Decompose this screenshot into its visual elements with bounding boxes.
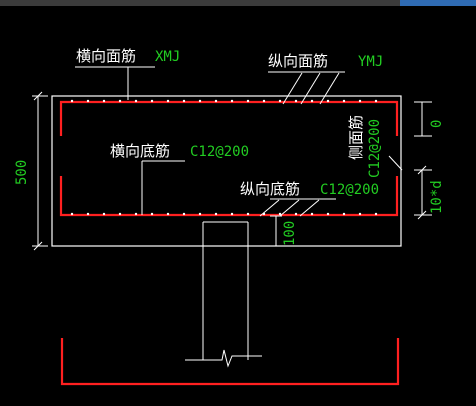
column-outline	[185, 221, 262, 368]
rebar-dot	[134, 99, 138, 103]
rebar-dot	[278, 99, 282, 103]
rebar-dot	[70, 212, 74, 216]
dim-height-value: 500	[14, 160, 30, 185]
rebar-dot	[214, 212, 218, 216]
label-transverse-bottom-spec: C12@200	[190, 144, 249, 160]
rebar-dot	[118, 212, 122, 216]
rebar-dot	[246, 99, 250, 103]
rebar-dot	[166, 212, 170, 216]
rebar-dot	[86, 212, 90, 216]
dim-side-offset-value: 0	[429, 120, 445, 128]
rebar-dot	[150, 99, 154, 103]
rebar-dot	[294, 99, 298, 103]
rebar-dot	[358, 99, 362, 103]
rebar-dot	[310, 212, 314, 216]
rebar-dot	[102, 99, 106, 103]
leader-longitudinal-top-2	[300, 72, 321, 105]
rebar-dot	[246, 212, 250, 216]
rebar-dot	[214, 99, 218, 103]
leader-longitudinal-bottom-1	[259, 199, 280, 217]
rebar-dot	[310, 99, 314, 103]
rebar-dot	[262, 99, 266, 103]
dim-cover-value: 100	[282, 221, 298, 246]
rebar-dot	[374, 99, 378, 103]
leader-longitudinal-top-1	[282, 72, 303, 105]
rebar-dot	[118, 99, 122, 103]
rebar-dot	[342, 212, 346, 216]
rebar-dot	[230, 212, 234, 216]
dim-anchorage-value: 10*d	[429, 180, 445, 214]
rebar-dot	[326, 212, 330, 216]
label-transverse-bottom-cn: 横向底筋	[110, 142, 170, 160]
rebar-dot	[70, 99, 74, 103]
rebar-dot	[342, 99, 346, 103]
break-line	[185, 349, 262, 368]
rebar-dot	[294, 212, 298, 216]
rebar-dot	[134, 212, 138, 216]
rebar-dot	[166, 99, 170, 103]
label-transverse-top-cn: 横向面筋	[76, 47, 136, 65]
label-side-cn: 侧面筋	[347, 115, 365, 160]
label-longitudinal-top-cn: 纵向面筋	[268, 52, 328, 70]
label-side-spec: C12@200	[367, 119, 383, 178]
label-transverse-top-code: XMJ	[155, 49, 180, 65]
rebar-dot	[182, 212, 186, 216]
leader-longitudinal-top-3	[319, 72, 340, 105]
rebar-dot	[86, 99, 90, 103]
rebar-dot	[150, 212, 154, 216]
label-longitudinal-top-code: YMJ	[358, 54, 383, 70]
cad-drawing-canvas: 横向面筋 XMJ 纵向面筋 YMJ 横向底筋 C12@200 纵向底筋 C12@…	[0, 0, 476, 406]
section-drawing: 横向面筋 XMJ 纵向面筋 YMJ 横向底筋 C12@200 纵向底筋 C12@…	[14, 47, 445, 386]
label-longitudinal-bottom-cn: 纵向底筋	[240, 180, 300, 198]
rebar-dot	[182, 99, 186, 103]
leader-longitudinal-bottom-3	[299, 199, 320, 217]
rebar-dot	[358, 212, 362, 216]
rebar-dot	[102, 212, 106, 216]
rebar-dot	[198, 99, 202, 103]
rebar-dot	[230, 99, 234, 103]
rebar-dot	[326, 99, 330, 103]
label-longitudinal-bottom-spec: C12@200	[320, 182, 379, 198]
rebar-dot	[198, 212, 202, 216]
leader-side	[388, 155, 403, 171]
rebar-dot	[374, 212, 378, 216]
